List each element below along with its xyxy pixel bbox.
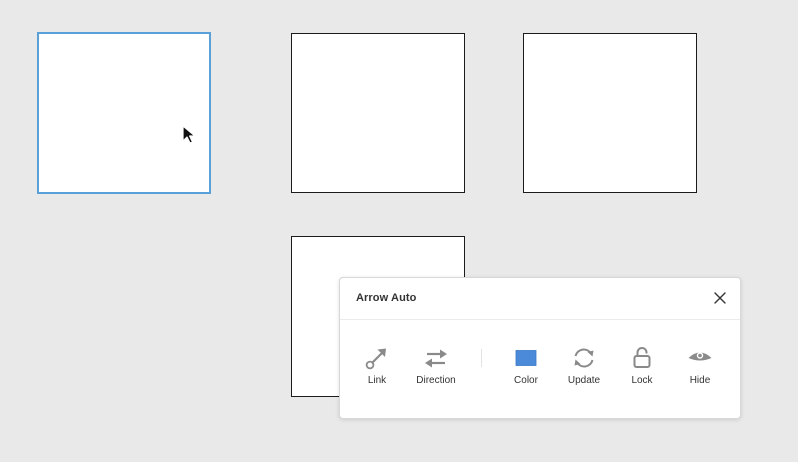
unlock-icon <box>633 347 651 368</box>
eye-icon <box>688 352 712 361</box>
rectangle-shape[interactable] <box>523 33 697 193</box>
hide-label: Hide <box>689 375 711 386</box>
swap-direction-icon <box>425 349 447 368</box>
rectangle-shape-selected[interactable] <box>37 32 211 194</box>
arrow-auto-panel: Arrow Auto Link Direction Color Update L… <box>339 277 741 419</box>
link-button[interactable]: Link <box>349 345 405 391</box>
panel-header: Arrow Auto <box>340 278 740 320</box>
lock-label: Lock <box>631 375 653 386</box>
color-label: Color <box>514 375 538 386</box>
toolbar-divider <box>481 349 482 367</box>
lock-button[interactable]: Lock <box>614 345 670 391</box>
link-arrow-icon <box>365 348 386 370</box>
refresh-icon <box>574 348 594 368</box>
update-button[interactable]: Update <box>556 345 612 391</box>
direction-button[interactable]: Direction <box>408 345 464 391</box>
color-swatch-icon <box>515 350 537 366</box>
hide-button[interactable]: Hide <box>672 345 728 391</box>
mouse-cursor-icon <box>182 125 196 144</box>
close-icon[interactable] <box>713 291 727 305</box>
color-button[interactable]: Color <box>498 345 554 391</box>
rectangle-shape[interactable] <box>291 33 465 193</box>
update-label: Update <box>567 375 601 386</box>
direction-label: Direction <box>416 375 456 386</box>
panel-title: Arrow Auto <box>356 292 417 304</box>
link-label: Link <box>367 375 387 386</box>
